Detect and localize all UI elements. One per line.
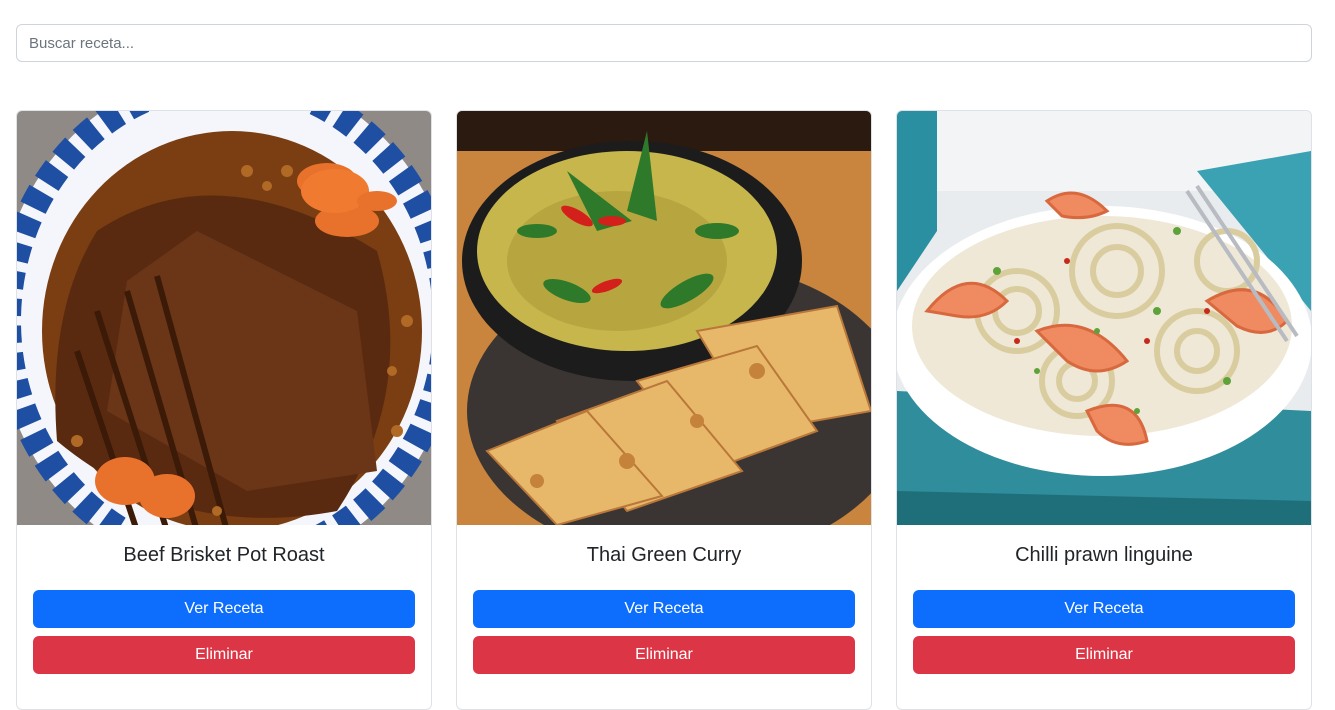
view-recipe-button[interactable]: Ver Receta xyxy=(913,590,1295,628)
recipe-title: Chilli prawn linguine xyxy=(1015,544,1193,566)
recipe-card: Chilli prawn linguine Ver Receta Elimina… xyxy=(896,110,1312,710)
recipe-card: Beef Brisket Pot Roast Ver Receta Elimin… xyxy=(16,110,432,710)
card-body: Thai Green Curry Ver Receta Eliminar xyxy=(457,525,871,674)
recipe-title: Beef Brisket Pot Roast xyxy=(123,544,325,566)
delete-recipe-button[interactable]: Eliminar xyxy=(913,636,1295,674)
recipe-image xyxy=(897,111,1311,525)
recipe-card: Thai Green Curry Ver Receta Eliminar xyxy=(456,110,872,710)
view-recipe-button[interactable]: Ver Receta xyxy=(33,590,415,628)
recipe-image xyxy=(17,111,431,525)
search-bar xyxy=(16,24,1312,62)
card-body: Beef Brisket Pot Roast Ver Receta Elimin… xyxy=(17,525,431,674)
delete-recipe-button[interactable]: Eliminar xyxy=(33,636,415,674)
delete-recipe-button[interactable]: Eliminar xyxy=(473,636,855,674)
view-recipe-button[interactable]: Ver Receta xyxy=(473,590,855,628)
recipe-image xyxy=(457,111,871,525)
recipe-grid: Beef Brisket Pot Roast Ver Receta Elimin… xyxy=(16,110,1312,710)
search-input[interactable] xyxy=(16,24,1312,62)
recipe-title: Thai Green Curry xyxy=(586,544,742,566)
card-body: Chilli prawn linguine Ver Receta Elimina… xyxy=(897,525,1311,674)
